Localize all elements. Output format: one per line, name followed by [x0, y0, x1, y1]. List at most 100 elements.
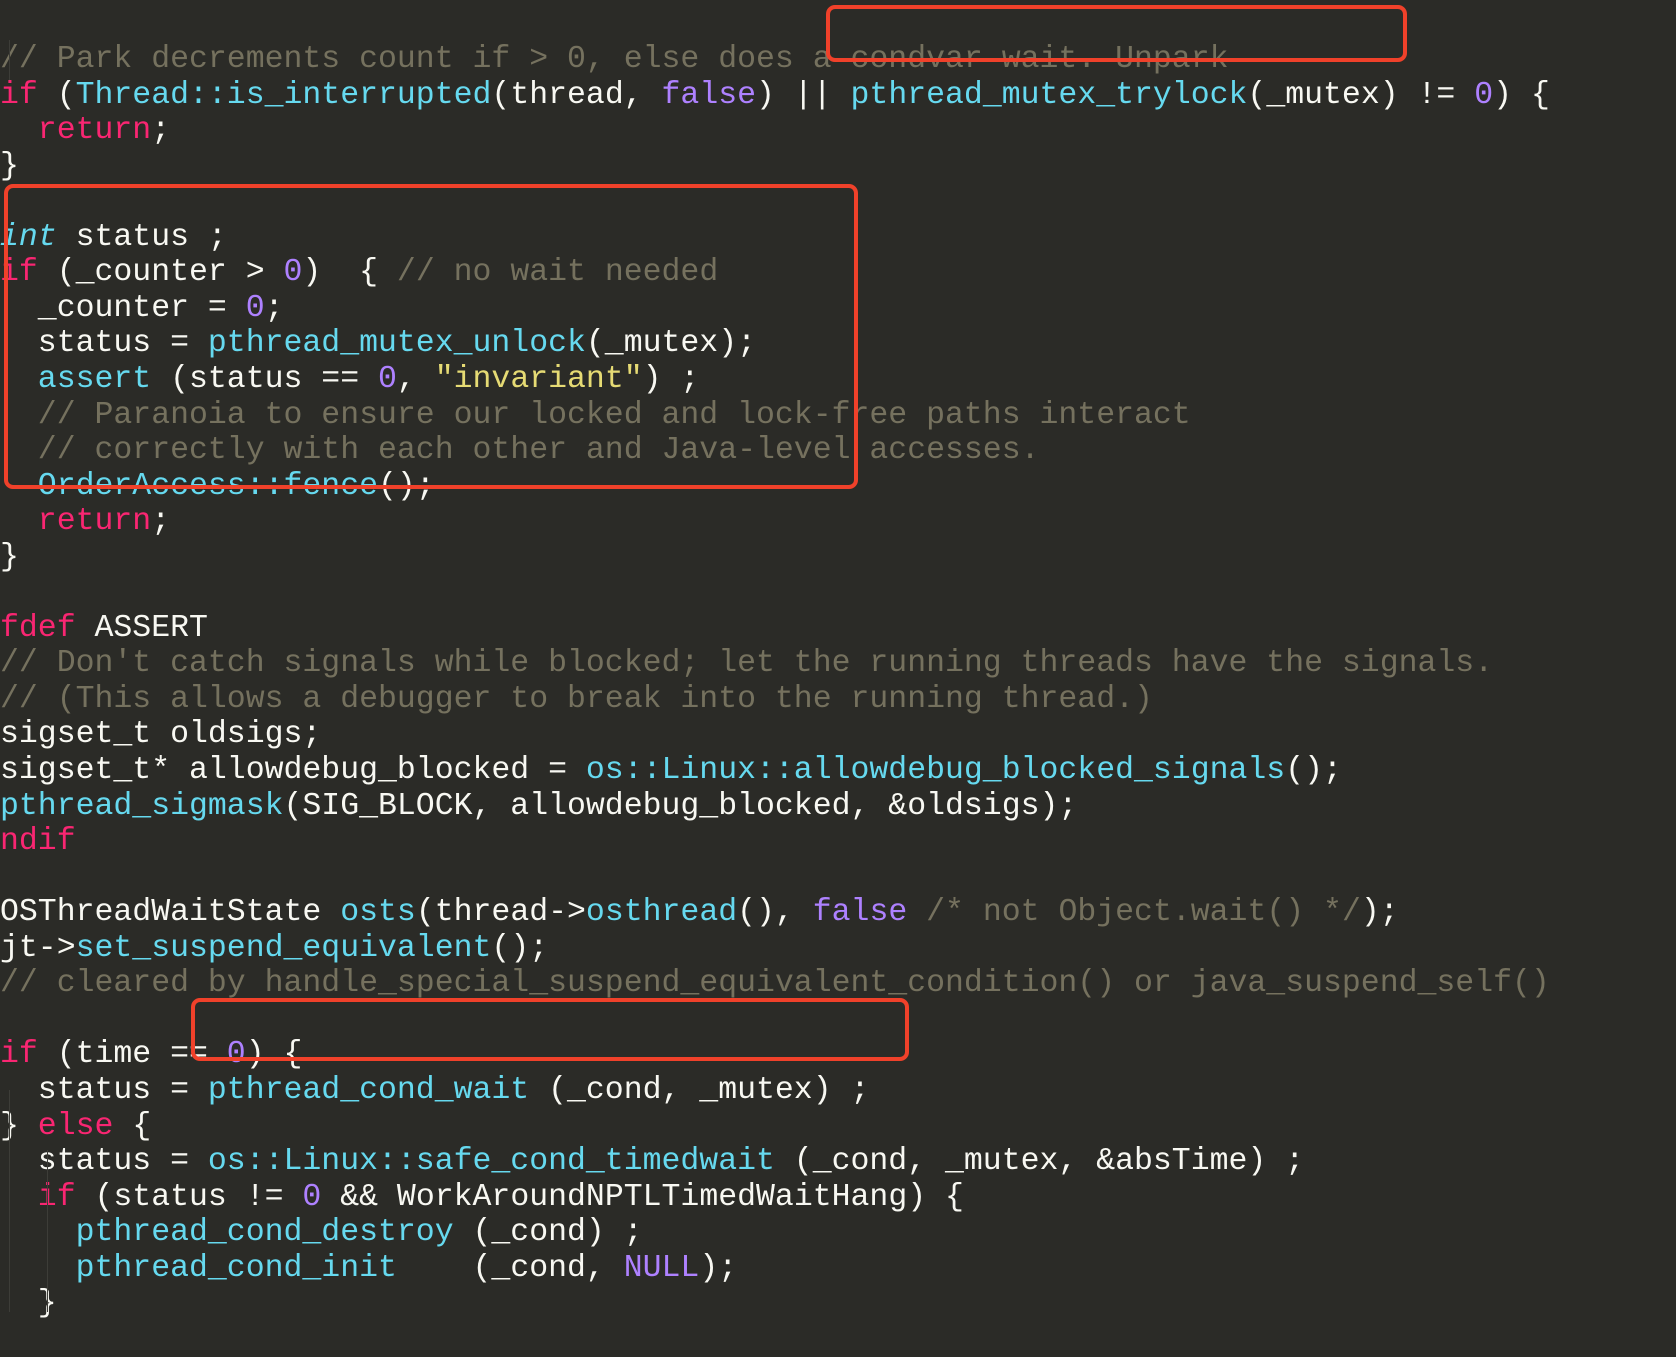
plain-token: ();: [491, 930, 549, 966]
comment-token: // (This allows a debugger to break into…: [0, 681, 1153, 717]
literal-token: NULL: [623, 1250, 700, 1286]
string-token: "invariant": [434, 362, 643, 398]
function-token: osts: [340, 895, 416, 931]
plain-token: sigset_t oldsigs;: [0, 717, 322, 753]
keyword-token: if: [0, 255, 38, 291]
plain-token: _counter =: [0, 290, 246, 326]
code-line: status = pthread_mutex_unlock(_mutex);: [0, 326, 1676, 362]
function-token: os::Linux::safe_cond_timedwait: [207, 1144, 775, 1180]
comment-token: // Paranoia to ensure our locked and loc…: [37, 397, 1191, 433]
keyword-token: ndif: [0, 824, 76, 860]
code-line: // Park decrements count if > 0, else do…: [0, 42, 1676, 78]
code-line: }: [0, 149, 1676, 185]
plain-token: status =: [0, 1144, 208, 1180]
comment-token: // no wait needed: [396, 255, 719, 291]
plain-token: ) {: [302, 255, 397, 291]
keyword-token: return: [37, 504, 152, 540]
plain-token: {: [113, 1108, 152, 1144]
indent-guide: [9, 1090, 10, 1312]
code-line: // (This allows a debugger to break into…: [0, 682, 1676, 718]
plain-token: jt->: [0, 930, 76, 966]
code-lines: // Park decrements count if > 0, else do…: [0, 42, 1676, 1322]
plain-token: }: [0, 148, 19, 184]
function-token: pthread_cond_init: [75, 1250, 397, 1286]
type-token: int: [0, 219, 57, 255]
literal-token: 0: [226, 1037, 246, 1073]
plain-token: );: [699, 1250, 738, 1286]
plain-token: (status !=: [75, 1179, 303, 1215]
keyword-token: if: [0, 77, 38, 113]
plain-token: ) {: [1493, 77, 1550, 113]
plain-token: OSThreadWaitState: [0, 895, 341, 931]
code-line: // Paranoia to ensure our locked and loc…: [0, 398, 1676, 434]
function-token: pthread_mutex_unlock: [207, 326, 586, 362]
plain-token: (_cond,: [396, 1250, 624, 1286]
plain-token: status ;: [56, 219, 227, 255]
code-line: ndif: [0, 824, 1676, 860]
literal-token: 0: [283, 255, 303, 291]
plain-token: ) {: [245, 1037, 303, 1073]
code-line: } else {: [0, 1109, 1676, 1145]
plain-token: (thread,: [491, 77, 662, 113]
code-line: if (_counter > 0) { // no wait needed: [0, 255, 1676, 291]
literal-token: 0: [378, 362, 397, 398]
plain-token: ASSERT: [75, 610, 208, 646]
plain-token: }: [0, 539, 19, 575]
comment-token: // cleared by handle_special_suspend_equ…: [0, 966, 1550, 1002]
code-line: }: [0, 1286, 1676, 1322]
code-line: OrderAccess::fence();: [0, 469, 1676, 505]
function-token: set_suspend_equivalent: [75, 930, 492, 966]
literal-token: false: [812, 895, 908, 931]
indent-guide: [9, 40, 10, 80]
keyword-token: if: [37, 1179, 76, 1215]
code-line: _counter = 0;: [0, 291, 1676, 327]
keyword-token: fdef: [0, 610, 76, 646]
code-line: fdef ASSERT: [0, 611, 1676, 647]
function-token: OrderAccess::fence: [37, 468, 379, 504]
code-line: if (status != 0 && WorkAroundNPTLTimedWa…: [0, 1180, 1676, 1216]
code-line: if (time == 0) {: [0, 1037, 1676, 1073]
code-line: pthread_sigmask(SIG_BLOCK, allowdebug_bl…: [0, 789, 1676, 825]
code-line: sigset_t* allowdebug_blocked = os::Linux…: [0, 753, 1676, 789]
plain-token: (status ==: [151, 362, 379, 398]
plain-token: ;: [151, 504, 171, 540]
plain-token: (_cond) ;: [453, 1215, 643, 1251]
code-line: // correctly with each other and Java-le…: [0, 433, 1676, 469]
plain-token: (),: [737, 895, 813, 931]
code-line: sigset_t oldsigs;: [0, 717, 1676, 753]
plain-token: (_mutex) !=: [1247, 77, 1475, 113]
function-token: pthread_sigmask: [0, 788, 284, 824]
plain-token: (_counter >: [37, 255, 284, 291]
plain-token: ;: [151, 113, 171, 149]
code-line: OSThreadWaitState osts(thread->osthread(…: [0, 895, 1676, 931]
plain-token: ();: [1285, 753, 1342, 789]
plain-token: (time ==: [37, 1037, 227, 1073]
indent-guide: [47, 1150, 48, 1312]
plain-token: ) ||: [756, 77, 851, 113]
plain-token: ,: [396, 362, 435, 398]
plain-token: );: [1360, 895, 1399, 931]
function-token: pthread_cond_destroy: [75, 1215, 454, 1251]
plain-token: (_mutex);: [585, 326, 757, 362]
plain-token: ();: [378, 468, 435, 504]
code-line: if (Thread::is_interrupted(thread, false…: [0, 78, 1676, 114]
plain-token: ) ;: [642, 362, 700, 398]
plain-token: (_cond, _mutex, &absTime) ;: [774, 1144, 1305, 1180]
function-token: pthread_mutex_trylock: [850, 77, 1248, 113]
literal-token: 0: [1474, 77, 1494, 113]
keyword-token: return: [37, 113, 152, 149]
comment-token: // Don't catch signals while blocked; le…: [0, 646, 1494, 682]
code-line: // cleared by handle_special_suspend_equ…: [0, 966, 1676, 1002]
code-editor[interactable]: // Park decrements count if > 0, else do…: [0, 0, 1676, 1357]
